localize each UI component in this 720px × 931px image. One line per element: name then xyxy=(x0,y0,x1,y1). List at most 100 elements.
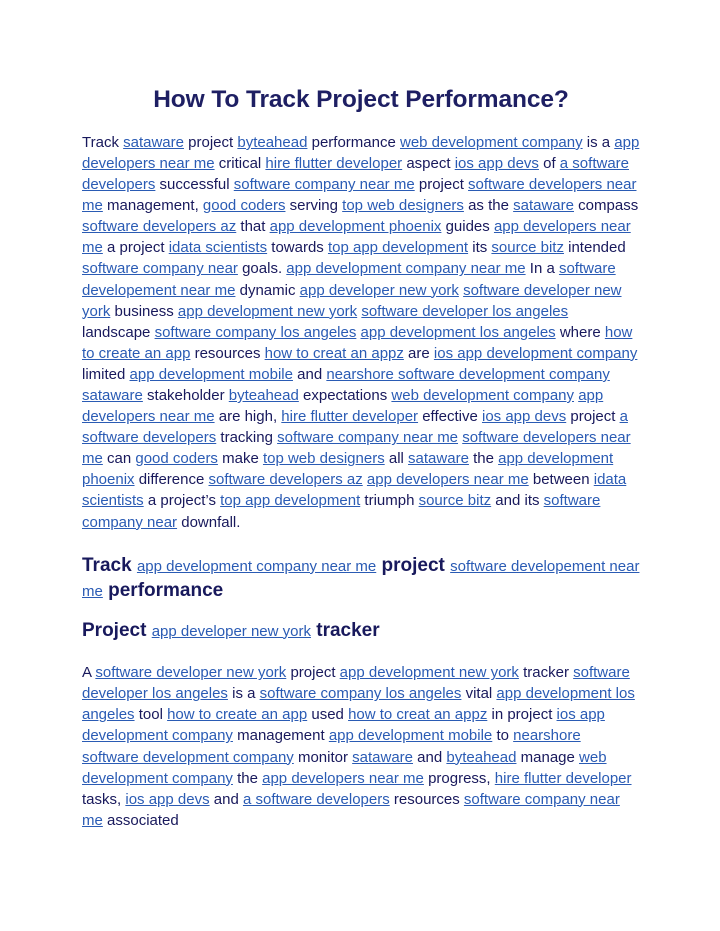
inline-link[interactable]: hire flutter developer xyxy=(281,408,418,425)
inline-link[interactable]: source bitz xyxy=(491,239,564,256)
inline-link[interactable]: ios app devs xyxy=(455,155,539,172)
inline-text: progress, xyxy=(423,769,495,787)
inline-text: monitor xyxy=(293,748,353,766)
inline-link[interactable]: sataware xyxy=(513,197,574,214)
inline-link[interactable]: software developer new york xyxy=(95,664,286,681)
inline-link[interactable]: byteahead xyxy=(229,387,299,404)
inline-text: performance xyxy=(307,133,400,151)
inline-link[interactable]: ios app development company xyxy=(434,345,637,362)
inline-text: and xyxy=(209,790,243,808)
inline-link[interactable]: software developers az xyxy=(209,471,363,488)
inline-link[interactable]: app development los angeles xyxy=(361,324,556,341)
inline-text: and its xyxy=(491,492,544,510)
inline-link[interactable]: hire flutter developer xyxy=(265,155,402,172)
inline-link[interactable]: app development new york xyxy=(340,664,519,681)
inline-link[interactable]: top web designers xyxy=(263,450,385,467)
inline-link[interactable]: how to creat an appz xyxy=(348,706,487,723)
inline-text: A xyxy=(82,664,96,682)
inline-text: used xyxy=(307,706,349,724)
inline-text: dynamic xyxy=(235,281,300,299)
inline-link[interactable]: software company los angeles xyxy=(155,324,357,341)
inline-text: compass xyxy=(574,197,639,215)
inline-text: project xyxy=(566,408,620,426)
inline-link[interactable]: app developers near me xyxy=(262,770,424,787)
inline-text: resources xyxy=(389,790,464,808)
inline-link[interactable]: good coders xyxy=(203,197,286,214)
inline-text: Track xyxy=(82,133,124,151)
inline-link[interactable]: app development mobile xyxy=(329,727,492,744)
inline-link[interactable]: source bitz xyxy=(419,492,492,509)
inline-link[interactable]: app development new york xyxy=(178,303,357,320)
inline-text: Project xyxy=(82,619,152,641)
document-page: How To Track Project Performance? Track … xyxy=(0,0,720,931)
inline-text: intended xyxy=(563,239,626,257)
inline-link[interactable]: top app development xyxy=(328,239,468,256)
inline-text: as the xyxy=(463,197,514,215)
inline-link[interactable]: sataware xyxy=(82,387,143,404)
inline-link[interactable]: software company near me xyxy=(234,176,415,193)
paragraph-project-tracker: A software developer new york project ap… xyxy=(82,662,640,831)
inline-link[interactable]: nearshore software development company xyxy=(326,366,610,383)
inline-link[interactable]: byteahead xyxy=(446,749,516,766)
inline-link[interactable]: software company near me xyxy=(277,429,458,446)
inline-text: serving xyxy=(285,197,343,215)
inline-text: that xyxy=(236,218,270,236)
inline-text: effective xyxy=(418,408,482,426)
inline-link[interactable]: software company near xyxy=(82,260,238,277)
inline-text: all xyxy=(384,450,409,468)
inline-text: tracker xyxy=(310,619,380,641)
inline-link[interactable]: a software developers xyxy=(243,791,390,808)
inline-link[interactable]: app development company near me xyxy=(286,260,525,277)
inline-text: tracking xyxy=(216,429,278,447)
inline-text: is a xyxy=(582,133,615,151)
inline-text: a project’s xyxy=(143,492,221,510)
inline-text: project xyxy=(286,664,340,682)
inline-text: aspect xyxy=(402,154,455,172)
inline-text: triumph xyxy=(360,492,419,510)
inline-link[interactable]: app developer new york xyxy=(152,623,311,640)
inline-link[interactable]: app developers near me xyxy=(367,471,529,488)
inline-link[interactable]: app development phoenix xyxy=(270,218,442,235)
inline-text: performance xyxy=(102,580,224,602)
inline-link[interactable]: ios app devs xyxy=(125,791,209,808)
inline-text: downfall. xyxy=(177,513,241,531)
inline-link[interactable]: sataware xyxy=(352,749,413,766)
inline-text: landscape xyxy=(82,323,155,341)
inline-link[interactable]: sataware xyxy=(123,134,184,151)
inline-link[interactable]: hire flutter developer xyxy=(495,770,632,787)
inline-link[interactable]: software developer los angeles xyxy=(361,303,568,320)
inline-text: project xyxy=(376,554,451,576)
document-content: How To Track Project Performance? Track … xyxy=(82,0,640,831)
inline-link[interactable]: app development company near me xyxy=(137,558,376,575)
paragraph-intro: Track sataware project byteahead perform… xyxy=(82,132,640,533)
inline-text: guides xyxy=(441,218,494,236)
inline-link[interactable]: byteahead xyxy=(237,134,307,151)
section-heading-track-performance: Track app development company near me pr… xyxy=(82,533,640,604)
inline-text: successful xyxy=(155,176,234,194)
inline-link[interactable]: software company los angeles xyxy=(260,685,462,702)
inline-text: resources xyxy=(190,344,265,362)
inline-link[interactable]: app development mobile xyxy=(130,366,293,383)
inline-text: management xyxy=(232,727,329,745)
inline-text: and xyxy=(292,365,327,383)
inline-text: management, xyxy=(102,197,203,215)
inline-link[interactable]: how to create an app xyxy=(167,706,307,723)
inline-text: are high, xyxy=(214,408,282,426)
inline-link[interactable]: top app development xyxy=(220,492,360,509)
inline-link[interactable]: app developer new york xyxy=(300,282,459,299)
inline-text: project xyxy=(184,133,238,151)
inline-link[interactable]: software developers az xyxy=(82,218,236,235)
inline-link[interactable]: sataware xyxy=(408,450,469,467)
inline-link[interactable]: idata scientists xyxy=(169,239,267,256)
inline-text: towards xyxy=(267,239,328,257)
inline-text: In a xyxy=(525,260,559,278)
inline-link[interactable]: ios app devs xyxy=(482,408,566,425)
inline-link[interactable]: web development company xyxy=(400,134,583,151)
inline-link[interactable]: good coders xyxy=(135,450,218,467)
inline-text: manage xyxy=(516,748,580,766)
inline-link[interactable]: how to creat an appz xyxy=(265,345,404,362)
inline-text: Track xyxy=(82,554,137,576)
inline-text: of xyxy=(538,154,560,172)
inline-link[interactable]: web development company xyxy=(391,387,574,404)
inline-link[interactable]: top web designers xyxy=(342,197,464,214)
